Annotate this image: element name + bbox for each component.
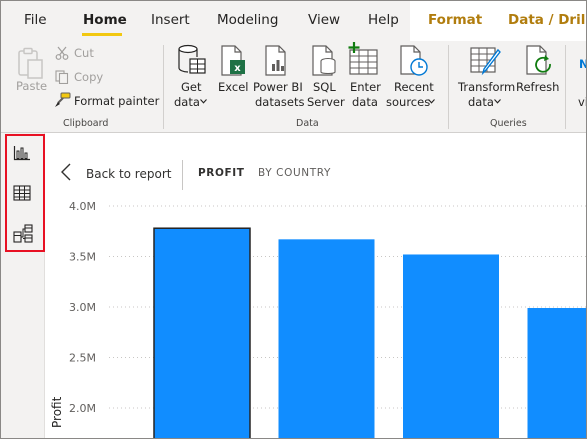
format-painter-label: Format painter	[74, 94, 160, 108]
bar[interactable]	[527, 308, 587, 439]
sql-server-icon	[312, 45, 336, 76]
powerbi-datasets-label-1: Power BI	[253, 80, 303, 94]
transform-data-icon	[470, 47, 501, 76]
menu-bar: File Home Insert Modeling View Help Form…	[1, 1, 586, 41]
clipboard-group-label: Clipboard	[63, 118, 109, 129]
powerbi-dataset-icon	[265, 45, 286, 76]
transform-data-label-1: Transform	[458, 80, 516, 94]
y-tick-label: 3.5M	[69, 251, 96, 264]
paste-icon	[18, 47, 43, 79]
y-tick-label: 2.5M	[69, 352, 96, 365]
data-view-icon[interactable]	[13, 185, 31, 201]
partial-label-1: N	[579, 57, 586, 71]
y-axis-ticks: 2.0M 2.5M 3.0M 3.5M 4.0M	[69, 200, 96, 415]
excel-icon: x	[221, 45, 245, 76]
bar[interactable]	[278, 239, 375, 439]
tab-data-drill[interactable]: Data / Drill	[508, 12, 586, 28]
recent-sources-label-1: Recent	[394, 80, 434, 94]
tab-modeling[interactable]: Modeling	[217, 12, 278, 28]
copy-icon	[55, 70, 69, 84]
powerbi-window: File Home Insert Modeling View Help Form…	[0, 0, 587, 439]
excel-label: Excel	[218, 80, 249, 94]
tab-file[interactable]: File	[24, 12, 47, 28]
bar[interactable]	[153, 227, 251, 439]
report-canvas: 2.0M 2.5M 3.0M 3.5M 4.0M Profit Back to repo…	[45, 133, 587, 439]
drillthrough-header: Back to report PROFIT BY COUNTRY	[45, 157, 586, 190]
sql-server-label-2: Server	[307, 95, 345, 109]
chevron-left-icon[interactable]	[60, 163, 72, 181]
report-view-icon[interactable]	[13, 145, 31, 161]
group-separator	[163, 45, 164, 129]
tab-view[interactable]: View	[308, 12, 340, 28]
active-tab-indicator	[82, 33, 122, 36]
y-tick-label: 3.0M	[69, 301, 96, 314]
bars	[153, 227, 587, 439]
group-separator	[565, 45, 566, 129]
y-tick-label: 2.0M	[69, 402, 96, 415]
refresh-icon	[526, 45, 551, 75]
queries-group-label: Queries	[490, 118, 527, 129]
header-divider	[182, 160, 183, 190]
recent-sources-icon	[400, 45, 428, 76]
enter-data-label-1: Enter	[350, 80, 381, 94]
chevron-down-icon	[494, 99, 501, 104]
model-view-icon[interactable]	[13, 224, 33, 243]
y-axis-title: Profit	[50, 396, 64, 428]
group-separator	[448, 45, 449, 129]
paintbrush-icon	[55, 92, 71, 107]
y-tick-label: 4.0M	[69, 200, 96, 213]
ribbon: Paste Cut Copy Format painter Clipboard …	[1, 41, 586, 133]
chart-subtitle: BY COUNTRY	[258, 167, 331, 179]
chart-title: PROFIT	[198, 167, 245, 179]
get-data-label-2: data	[174, 95, 200, 109]
tab-insert[interactable]: Insert	[151, 12, 190, 28]
tab-home[interactable]: Home	[83, 12, 127, 28]
enter-data-label-2: data	[352, 95, 378, 109]
sql-server-label-1: SQL	[313, 80, 336, 94]
transform-data-label-2: data	[468, 95, 494, 109]
tab-format[interactable]: Format	[428, 12, 482, 28]
recent-sources-label-2: sources	[386, 95, 431, 109]
copy-label: Copy	[74, 70, 104, 84]
bar[interactable]	[403, 254, 499, 439]
powerbi-datasets-label-2: datasets	[255, 95, 305, 109]
get-data-label-1: Get	[181, 80, 202, 94]
data-group-label: Data	[296, 118, 319, 129]
partial-label-2: vi	[578, 95, 586, 109]
cut-label: Cut	[74, 46, 94, 60]
back-to-report-link[interactable]: Back to report	[86, 167, 171, 181]
scissors-icon	[55, 46, 69, 60]
view-switcher	[1, 133, 45, 438]
chevron-down-icon	[200, 99, 207, 104]
enter-data-table-icon	[348, 42, 378, 75]
paste-label: Paste	[16, 79, 48, 93]
chevron-down-icon	[428, 99, 435, 104]
database-table-icon	[178, 44, 206, 74]
refresh-label: Refresh	[516, 80, 560, 94]
svg-text:x: x	[234, 63, 241, 74]
tab-help[interactable]: Help	[368, 12, 399, 28]
